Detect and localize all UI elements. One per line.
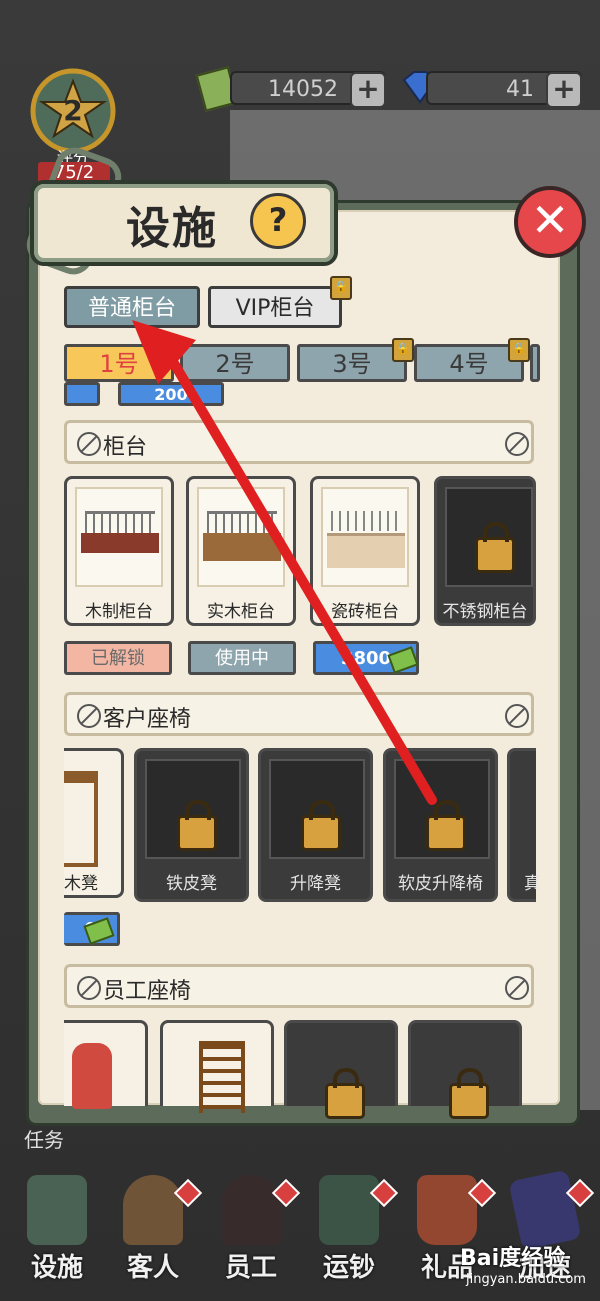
- wood-chair-image: [199, 1041, 245, 1113]
- peek-badge: [64, 382, 100, 406]
- ban-icon: [505, 976, 529, 1000]
- nav-label: 设施: [30, 1253, 83, 1283]
- close-button[interactable]: ✕: [514, 186, 586, 258]
- padlock-icon: [449, 1068, 489, 1119]
- card-label: 软皮升降椅: [398, 874, 483, 894]
- counter-card-steel[interactable]: 不锈钢柜台: [434, 476, 536, 626]
- seat-card-lift-stool[interactable]: 升降凳: [258, 748, 373, 902]
- nav-label: 客人: [126, 1253, 179, 1283]
- wood-counter-image: [75, 487, 163, 587]
- section-title: 员工座椅: [103, 979, 192, 1004]
- seat-card-partial[interactable]: 真: [507, 748, 541, 902]
- ban-icon: [505, 704, 529, 728]
- card-label: 木凳: [64, 874, 98, 894]
- watermark-url: jingyan.baidu.com: [466, 1272, 586, 1287]
- tile-counter-image: [321, 487, 409, 587]
- customer-icon: [123, 1175, 183, 1245]
- padlock-icon: [177, 800, 217, 851]
- lift-stool-image: [269, 759, 365, 859]
- stool-image: [64, 771, 98, 867]
- padlock-icon: [325, 1068, 365, 1119]
- status-in-use: 使用中: [188, 641, 296, 675]
- tab-counter-1[interactable]: 1号: [64, 344, 174, 382]
- solid-wood-counter-image: [197, 487, 285, 587]
- help-button[interactable]: ?: [250, 193, 306, 249]
- ban-icon: [505, 432, 529, 456]
- ban-icon: [77, 432, 101, 456]
- padlock-icon: [301, 800, 341, 851]
- section-title: 客户座椅: [103, 707, 192, 732]
- truck-icon: [319, 1175, 379, 1245]
- steel-counter-image: [445, 487, 533, 587]
- ban-icon: [77, 704, 101, 728]
- status-unlocked: 已解锁: [64, 641, 172, 675]
- seat-price-button[interactable]: 0: [64, 912, 120, 946]
- price-value: 3800: [340, 648, 392, 669]
- counter-card-solid-wood[interactable]: 实木柜台: [186, 476, 296, 626]
- ban-icon: [77, 976, 101, 1000]
- nav-label: 员工: [224, 1253, 277, 1283]
- watermark-brand: Bai度经验: [460, 1246, 566, 1271]
- plastic-chair-image: [72, 1043, 112, 1109]
- staff-seat-card-locked-1[interactable]: [284, 1020, 398, 1119]
- peek-price: 200: [118, 382, 224, 406]
- section-customer-seat-header[interactable]: 客户座椅: [64, 692, 534, 736]
- tab-counter-2[interactable]: 2号: [180, 344, 290, 382]
- lock-icon: 🔒: [330, 276, 352, 300]
- nav-label: 运钞: [322, 1253, 375, 1283]
- card-label: 瓷砖柜台: [331, 602, 399, 622]
- facility-icon: [27, 1175, 87, 1245]
- task-label[interactable]: 任务: [24, 1124, 64, 1153]
- rank-level: 2: [63, 94, 83, 127]
- seat-card-wood-stool[interactable]: 木凳: [64, 748, 124, 898]
- buy-price-button[interactable]: 3800: [313, 641, 419, 675]
- card-icon: [508, 1169, 582, 1251]
- card-label: 实木柜台: [207, 602, 275, 622]
- add-gems-button[interactable]: +: [546, 72, 582, 108]
- nav-cash-transport[interactable]: 运钞: [304, 1175, 399, 1295]
- tab-vip-counter[interactable]: VIP柜台: [208, 286, 342, 328]
- leather-chair-image: [394, 759, 490, 859]
- add-cash-button[interactable]: +: [350, 72, 386, 108]
- staff-seat-card-plastic[interactable]: [64, 1020, 148, 1109]
- dialog-title: 设施: [126, 203, 218, 254]
- section-title: 柜台: [103, 435, 148, 460]
- card-label: 木制柜台: [85, 602, 153, 622]
- padlock-icon: [426, 800, 466, 851]
- seat-card-iron-stool[interactable]: 铁皮凳: [134, 748, 249, 902]
- staff-icon: [221, 1175, 281, 1245]
- lock-icon: 🔒: [392, 338, 414, 362]
- counter-card-tile[interactable]: 瓷砖柜台: [310, 476, 420, 626]
- tab-normal-counter[interactable]: 普通柜台: [64, 286, 200, 328]
- cash-icon: [387, 646, 419, 674]
- staff-seat-card-locked-2[interactable]: [408, 1020, 522, 1119]
- tab-counter-more[interactable]: [530, 344, 540, 382]
- seat-card-leather-chair[interactable]: 软皮升降椅: [383, 748, 498, 902]
- lock-icon: 🔒: [508, 338, 530, 362]
- tab-counter-3[interactable]: 3号: [297, 344, 407, 382]
- bag-icon: [417, 1175, 477, 1245]
- section-counter-header[interactable]: 柜台: [64, 420, 534, 464]
- nav-facility[interactable]: 设施: [12, 1175, 102, 1295]
- counter-card-wood[interactable]: 木制柜台: [64, 476, 174, 626]
- nav-customer[interactable]: 客人: [108, 1175, 203, 1295]
- padlock-icon: [475, 522, 515, 573]
- iron-stool-image: [145, 759, 241, 859]
- card-label: 升降凳: [290, 874, 341, 894]
- section-staff-seat-header[interactable]: 员工座椅: [64, 964, 534, 1008]
- staff-seat-card-wood[interactable]: [160, 1020, 274, 1113]
- card-label: 铁皮凳: [166, 874, 217, 894]
- card-label: 不锈钢柜台: [442, 602, 528, 622]
- card-label: 真: [524, 874, 541, 894]
- nav-staff[interactable]: 员工: [206, 1175, 301, 1295]
